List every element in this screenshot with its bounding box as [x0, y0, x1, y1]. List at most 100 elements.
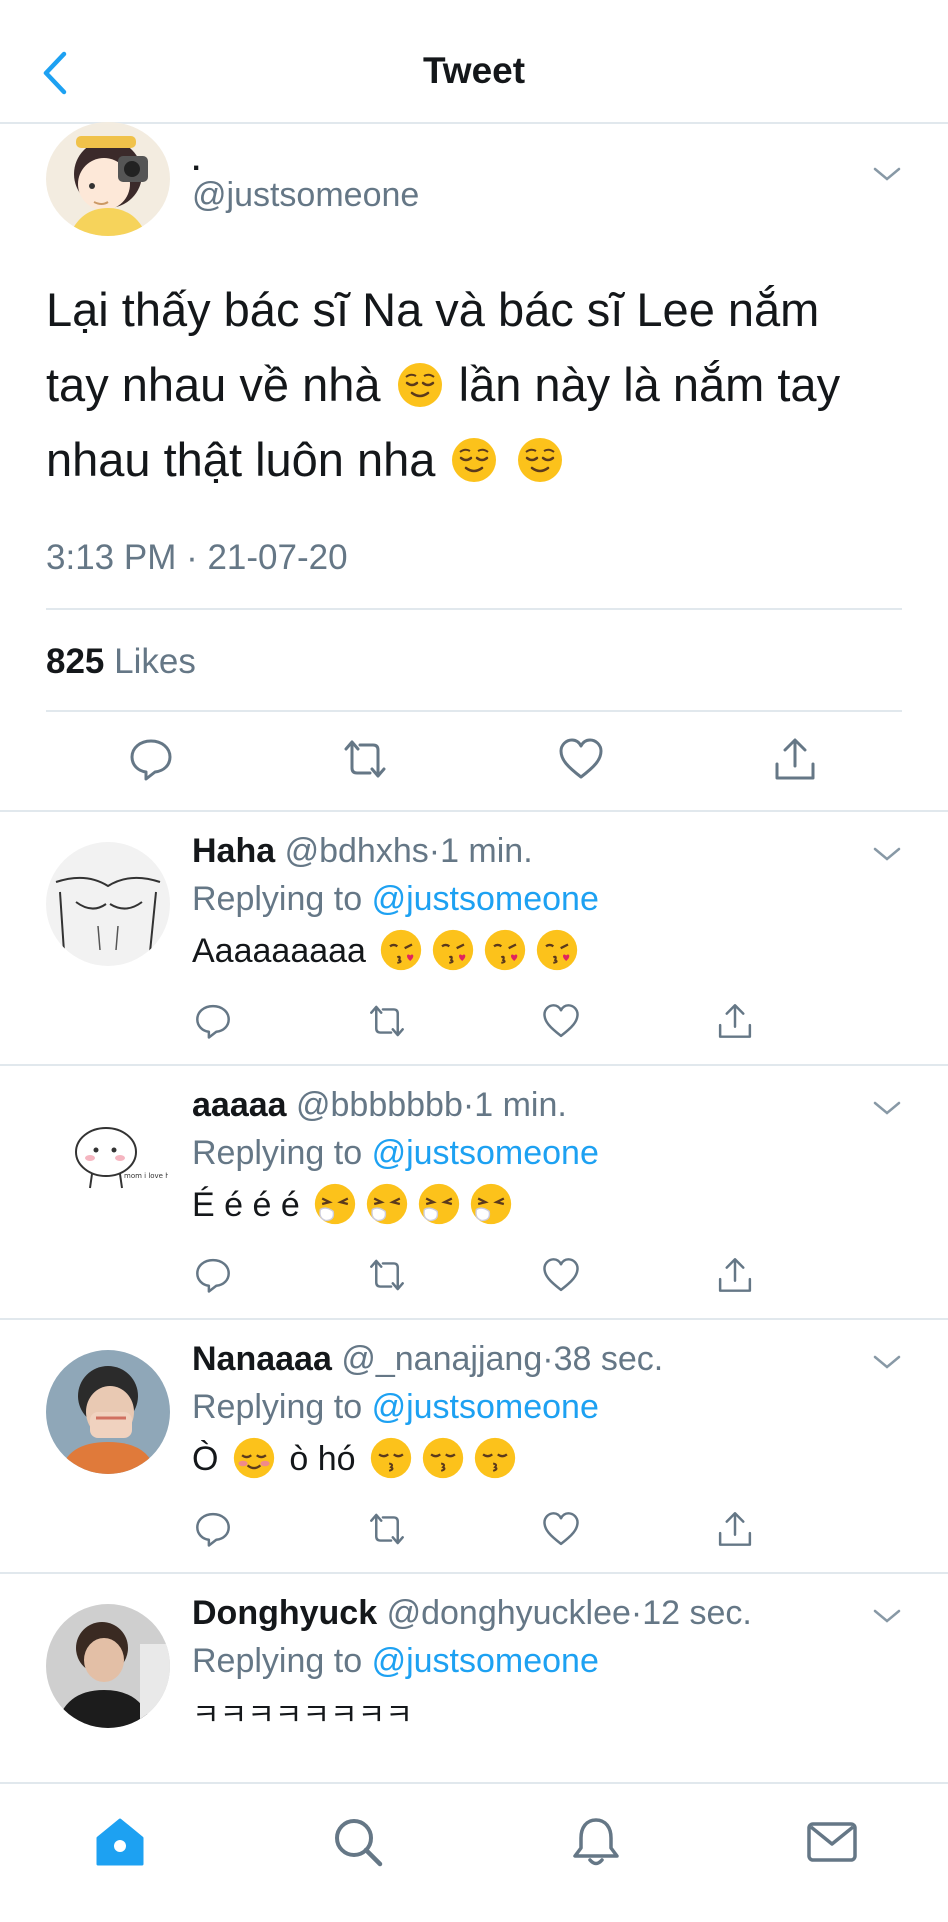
- kiss-heart-emoji-group: [375, 929, 583, 971]
- reply-icon[interactable]: [128, 736, 174, 782]
- avatar[interactable]: mom i love him: [46, 1096, 170, 1220]
- avatar[interactable]: [46, 1350, 170, 1474]
- replying-to: Replying to @justsomeone: [192, 1134, 599, 1173]
- like-heart-icon[interactable]: [558, 736, 604, 782]
- separator-dot: ·: [428, 832, 441, 870]
- reply-icon[interactable]: [194, 1002, 232, 1040]
- likes-count: 825: [46, 642, 105, 681]
- retweet-icon[interactable]: [342, 736, 388, 782]
- kissing-heart-emoji-icon: [485, 929, 526, 971]
- reply-text-content: É é é é: [192, 1186, 300, 1224]
- like-heart-icon[interactable]: [542, 1510, 580, 1548]
- sneezing-face-emoji-icon: [315, 1183, 356, 1225]
- chevron-down-icon[interactable]: [872, 844, 902, 864]
- avatar[interactable]: [46, 1604, 170, 1728]
- home-icon[interactable]: [92, 1814, 148, 1870]
- reply-header: Nanaaaa @_nanajjang·38 sec.: [192, 1340, 663, 1379]
- share-icon[interactable]: [716, 1510, 754, 1548]
- search-icon[interactable]: [330, 1814, 386, 1870]
- reply-author-name[interactable]: aaaaa: [192, 1086, 287, 1124]
- tweet-line-2b: lần này là nắm tay: [458, 358, 841, 411]
- author-handle[interactable]: @justsomeone: [192, 176, 419, 215]
- kissing-heart-emoji-icon: [433, 929, 474, 971]
- kissing-face-emoji-icon: [422, 1437, 464, 1479]
- like-heart-icon[interactable]: [542, 1002, 580, 1040]
- kissing-heart-emoji-icon: [537, 929, 578, 971]
- reply-author-handle[interactable]: @_nanajjang: [341, 1340, 542, 1378]
- replying-to: Replying to @justsomeone: [192, 1642, 599, 1681]
- relieved-face-emoji-icon: [397, 363, 442, 407]
- avatar[interactable]: [46, 122, 170, 236]
- separator-dot: ·: [542, 1340, 554, 1378]
- tweet-timestamp: 3:13 PM · 21-07-20: [46, 538, 348, 577]
- divider: [46, 608, 902, 610]
- author-name[interactable]: .: [192, 144, 200, 178]
- reply-author-handle[interactable]: @bbbbbbb: [296, 1086, 463, 1124]
- sneezing-emoji-group: [309, 1183, 517, 1225]
- retweet-icon[interactable]: [368, 1256, 406, 1294]
- share-icon[interactable]: [716, 1002, 754, 1040]
- sneezing-face-emoji-icon: [367, 1183, 408, 1225]
- reply-time: 12 sec.: [642, 1594, 752, 1632]
- reply-tweet[interactable]: Haha @bdhxhs·1 min. Replying to @justsom…: [0, 812, 948, 1064]
- tweet-text: Lại thấy bác sĩ Na và bác sĩ Lee nắm tay…: [46, 272, 906, 497]
- reply-author-name[interactable]: Donghyuck: [192, 1594, 377, 1632]
- retweet-icon[interactable]: [368, 1002, 406, 1040]
- divider: [46, 710, 902, 712]
- like-heart-icon[interactable]: [542, 1256, 580, 1294]
- smiling-face-emoji-icon: [233, 1437, 275, 1479]
- reply-text-content: Ò: [192, 1440, 219, 1478]
- mail-icon[interactable]: [804, 1814, 860, 1870]
- reply-tweet[interactable]: mom i love him aaaaa @bbbbbbb·1 min. Rep…: [0, 1066, 948, 1318]
- replying-to-label: Replying to: [192, 1642, 363, 1680]
- reply-author-handle[interactable]: @bdhxhs: [285, 832, 429, 870]
- reply-author-name[interactable]: Nanaaaa: [192, 1340, 332, 1378]
- mention-link[interactable]: @justsomeone: [372, 1388, 599, 1426]
- reply-text-content: Aaaaaaaaa: [192, 932, 366, 970]
- separator-dot: ·: [630, 1594, 643, 1632]
- tweet-line-1: Lại thấy bác sĩ Na và bác sĩ Lee nắm: [46, 283, 820, 336]
- share-icon[interactable]: [716, 1256, 754, 1294]
- mention-link[interactable]: @justsomeone: [372, 880, 599, 918]
- reply-header: aaaaa @bbbbbbb·1 min.: [192, 1086, 567, 1125]
- reply-time: 38 sec.: [553, 1340, 664, 1378]
- tweet-line-3: nhau thật luôn nha: [46, 433, 436, 486]
- reply-text-content: ㅋㅋㅋㅋㅋㅋㅋㅋ: [192, 1699, 413, 1732]
- separator-dot: ·: [462, 1086, 475, 1124]
- avatar[interactable]: [46, 842, 170, 966]
- reply-time: 1 min.: [440, 832, 533, 870]
- reply-header: Haha @bdhxhs·1 min.: [192, 832, 533, 871]
- svg-text:mom i love him: mom i love him: [124, 1172, 170, 1180]
- reply-time: 1 min.: [474, 1086, 567, 1124]
- likes-row[interactable]: 825 Likes: [46, 642, 196, 682]
- kissing-emoji-group: [365, 1437, 521, 1479]
- chevron-down-icon[interactable]: [872, 1606, 902, 1626]
- mention-link[interactable]: @justsomeone: [372, 1134, 599, 1172]
- relieved-face-emoji-icon: [517, 438, 562, 482]
- retweet-icon[interactable]: [368, 1510, 406, 1548]
- mention-link[interactable]: @justsomeone: [372, 1642, 599, 1680]
- reply-tweet[interactable]: Nanaaaa @_nanajjang·38 sec. Replying to …: [0, 1320, 948, 1572]
- top-bar: Tweet: [0, 0, 948, 124]
- reply-icon[interactable]: [194, 1510, 232, 1548]
- reply-text-content: ò hó: [289, 1440, 356, 1478]
- replying-to-label: Replying to: [192, 1388, 363, 1426]
- reply-text: Ò ò hó: [192, 1436, 521, 1480]
- tweet-line-2a: tay nhau về nhà: [46, 358, 381, 411]
- share-icon[interactable]: [772, 736, 818, 782]
- replying-to-label: Replying to: [192, 1134, 363, 1172]
- chevron-down-icon[interactable]: [872, 164, 902, 184]
- chevron-down-icon[interactable]: [872, 1098, 902, 1118]
- reply-text: Aaaaaaaaa: [192, 928, 583, 972]
- replying-to: Replying to @justsomeone: [192, 880, 599, 919]
- kissing-face-emoji-icon: [370, 1437, 412, 1479]
- reply-author-name[interactable]: Haha: [192, 832, 275, 870]
- bell-icon[interactable]: [568, 1814, 624, 1870]
- chevron-down-icon[interactable]: [872, 1352, 902, 1372]
- reply-icon[interactable]: [194, 1256, 232, 1294]
- replying-to: Replying to @justsomeone: [192, 1388, 599, 1427]
- reply-text: ㅋㅋㅋㅋㅋㅋㅋㅋ: [192, 1690, 413, 1734]
- sneezing-face-emoji-icon: [419, 1183, 460, 1225]
- replying-to-label: Replying to: [192, 880, 363, 918]
- reply-author-handle[interactable]: @donghyucklee: [387, 1594, 631, 1632]
